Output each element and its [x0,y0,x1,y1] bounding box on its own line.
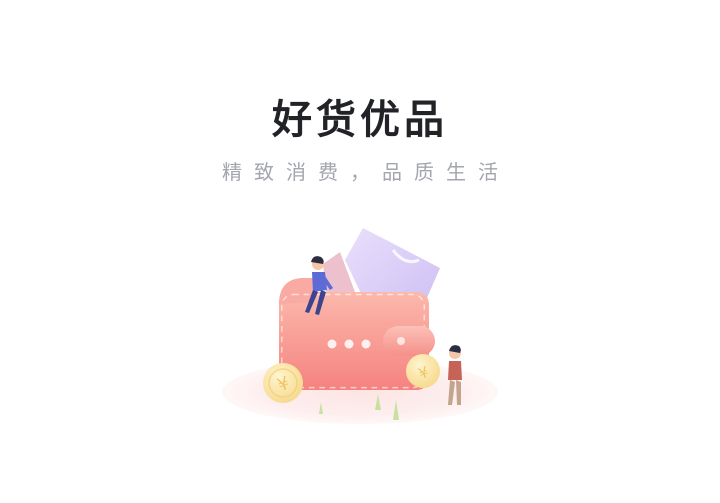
page-title: 好货优品 [272,97,448,143]
splash-screen: 好货优品 精致消费，品质生活 ¥ ¥ [0,0,720,503]
page-subtitle: 精致消费，品质生活 [222,160,510,184]
wallet-illustration-icon: ¥ ¥ [222,228,498,424]
coin-icon: ¥ [406,354,440,388]
coin-icon: ¥ [263,363,303,403]
